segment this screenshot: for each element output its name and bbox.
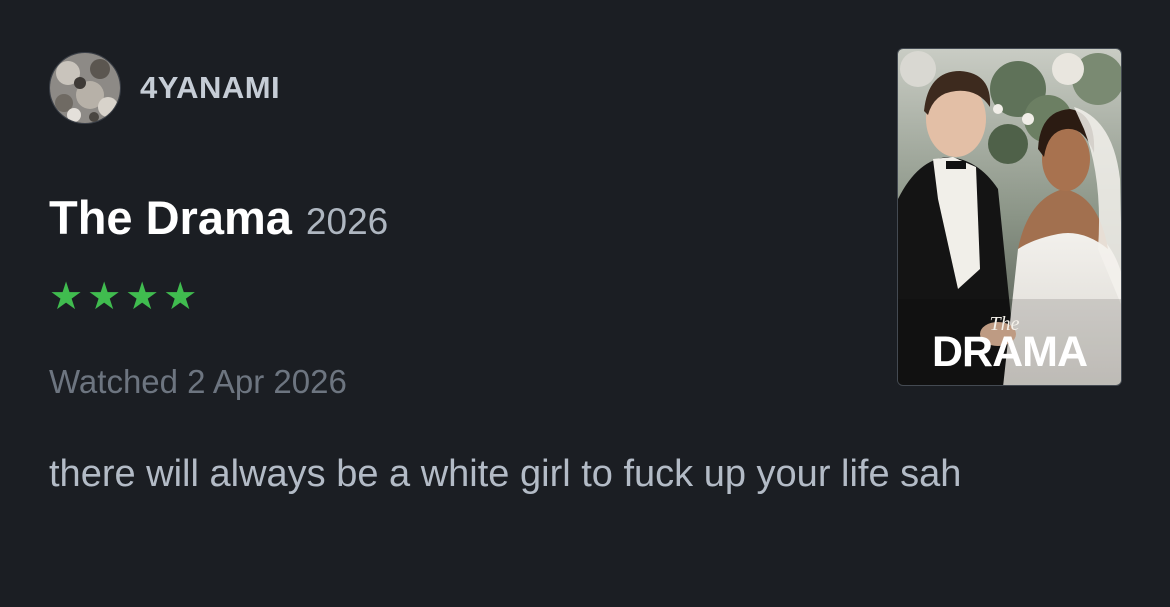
star-icon: ★: [163, 274, 198, 318]
review-card: 4YANAMI The Drama 2026 ★ ★ ★ ★ Watched 2…: [0, 0, 1170, 607]
avatar-image: [50, 53, 120, 123]
poster-title-text: DRAMA: [931, 328, 1088, 376]
watched-date: Watched 2 Apr 2026: [49, 363, 347, 400]
star-icon: ★: [125, 274, 160, 318]
avatar[interactable]: [49, 52, 121, 124]
star-icon: ★: [87, 274, 122, 318]
film-year[interactable]: 2026: [306, 201, 388, 243]
username[interactable]: 4YANAMI: [140, 70, 280, 106]
review-author[interactable]: 4YANAMI: [49, 52, 280, 124]
review-text: there will always be a white girl to fuc…: [49, 453, 962, 495]
star-rating: ★ ★ ★ ★: [49, 276, 197, 316]
film-heading: The Drama 2026: [49, 190, 388, 245]
film-poster[interactable]: The DRAMA: [897, 48, 1122, 386]
film-title[interactable]: The Drama: [49, 190, 292, 245]
star-icon: ★: [49, 274, 84, 318]
